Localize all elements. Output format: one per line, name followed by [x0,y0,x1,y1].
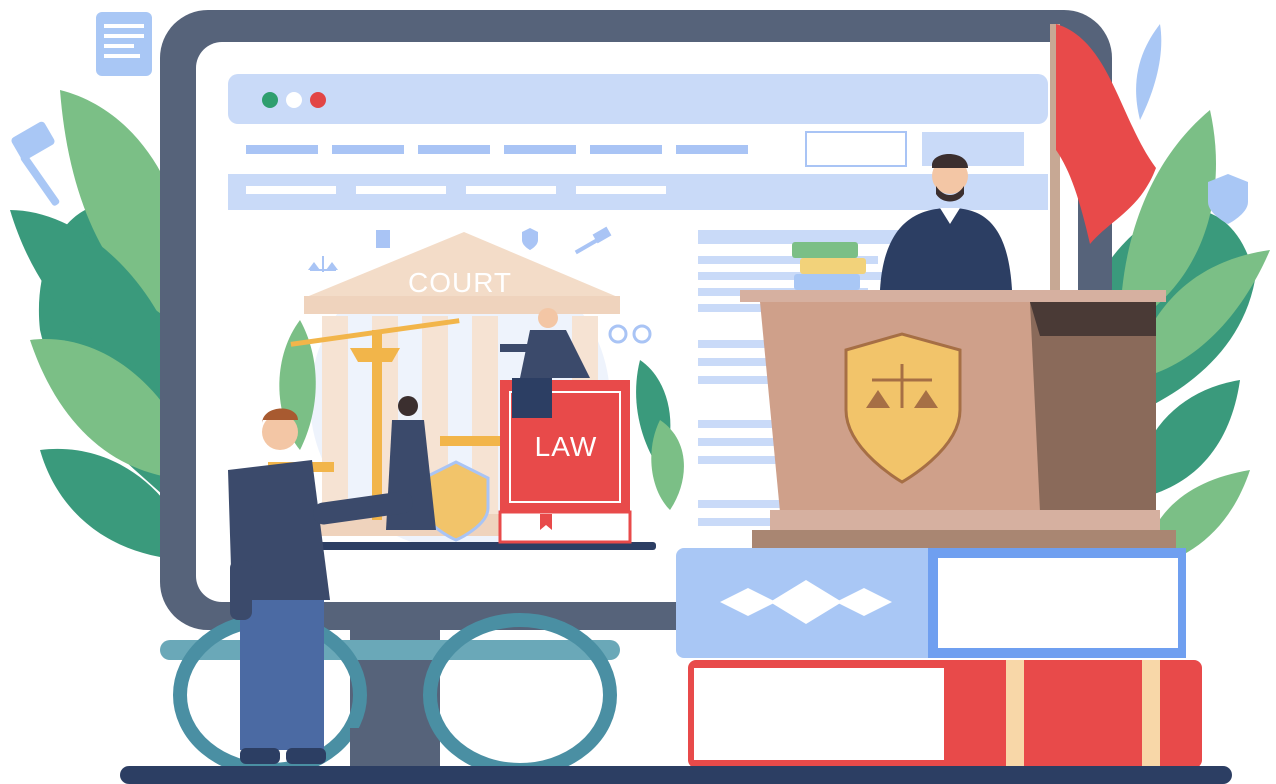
window-dot-red [310,92,326,108]
law-label: LAW [535,431,598,462]
quill-icon [1136,24,1162,120]
legal-services-illustration: COURT LAW [10,10,1270,784]
floor [120,766,1232,784]
gavel-icon [11,121,60,206]
document-folders [792,242,866,290]
window-dot-white [286,92,302,108]
scroll-icon [96,12,152,76]
books-stack [676,548,1202,768]
search-box-placeholder [805,131,907,167]
scene-scroll-icon [376,230,390,248]
browser-title-bar [228,74,1048,124]
court-label: COURT [408,267,512,298]
window-dot-green [262,92,278,108]
